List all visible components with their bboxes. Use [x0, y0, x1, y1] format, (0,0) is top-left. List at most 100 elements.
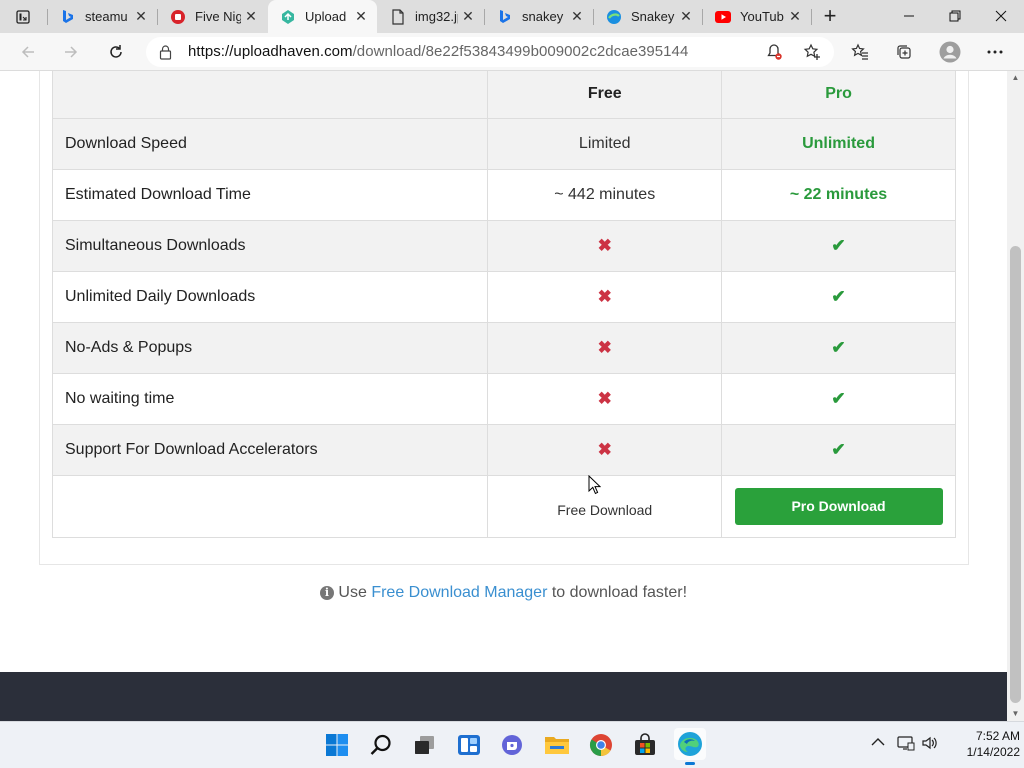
tab-snakey-search[interactable]: snakey ✕	[485, 0, 593, 33]
tab-title: steamu	[85, 9, 128, 24]
favorites-icon[interactable]	[845, 38, 875, 66]
cross-icon: ✖	[597, 440, 612, 459]
pro-download-button[interactable]: Pro Download	[734, 488, 943, 525]
pro-value: Unlimited	[721, 118, 956, 170]
tab-youtube[interactable]: YouTub ✕	[703, 0, 811, 33]
close-tab-icon[interactable]: ✕	[241, 7, 261, 27]
vertical-scrollbar[interactable]: ▲ ▼	[1007, 71, 1024, 721]
table-row: Estimated Download Time ~ 442 minutes ~ …	[51, 169, 956, 221]
table-row: No-Ads & Popups ✖ ✔	[51, 322, 956, 374]
tab-title: Upload	[305, 9, 347, 24]
start-windows-icon[interactable]	[323, 731, 351, 759]
scrollbar-thumb[interactable]	[1010, 246, 1021, 703]
browser-toolbar: https://uploadhaven.com/download/8e22f53…	[0, 33, 1024, 71]
feature-label: Unlimited Daily Downloads	[51, 271, 489, 323]
check-icon: ✔	[831, 287, 846, 306]
cross-icon: ✖	[597, 338, 612, 357]
tab-title: Five Nig	[195, 9, 241, 24]
url-host: https://uploadhaven.com	[188, 43, 353, 60]
mouse-cursor-icon	[588, 474, 602, 500]
table-row: No waiting time ✖ ✔	[51, 373, 956, 425]
search-icon[interactable]	[367, 731, 395, 759]
tab-actions-icon[interactable]	[8, 6, 38, 28]
url-text[interactable]: https://uploadhaven.com/download/8e22f53…	[188, 43, 688, 60]
cross-icon: ✖	[597, 287, 612, 306]
pro-download-cell: Pro Download	[721, 475, 956, 538]
tab-uploadhaven[interactable]: Upload ✕	[268, 0, 377, 33]
widgets-icon[interactable]	[455, 731, 483, 759]
add-favorite-icon[interactable]	[797, 38, 827, 66]
close-tab-icon[interactable]: ✕	[785, 7, 805, 27]
forward-button[interactable]	[56, 38, 86, 66]
close-tab-icon[interactable]: ✕	[458, 7, 478, 27]
bing-icon	[497, 9, 513, 25]
active-app-indicator	[685, 762, 695, 765]
scroll-down-arrow-icon[interactable]: ▼	[1007, 707, 1024, 721]
task-view-icon[interactable]	[410, 731, 438, 759]
teams-chat-icon[interactable]	[498, 731, 526, 759]
tab-separator	[811, 9, 812, 25]
volume-icon[interactable]	[921, 735, 939, 754]
chrome-icon[interactable]	[587, 731, 615, 759]
clock-time: 7:52 AM	[975, 729, 1020, 743]
refresh-button[interactable]	[101, 38, 131, 66]
notification-blocked-icon[interactable]	[759, 38, 789, 66]
tab-title: snakey	[522, 9, 564, 24]
profile-avatar[interactable]	[935, 38, 965, 66]
network-monitor-icon[interactable]	[897, 735, 915, 754]
free-value: ✖	[487, 271, 723, 323]
bing-icon	[60, 9, 76, 25]
feature-label: Simultaneous Downloads	[51, 220, 489, 272]
minimize-button[interactable]	[886, 0, 932, 31]
tab-five-nights[interactable]: Five Nig ✕	[158, 0, 267, 33]
collections-icon[interactable]	[889, 38, 919, 66]
tab-title: img32.jp	[415, 9, 458, 24]
info-icon: i	[319, 586, 334, 600]
tab-steamu[interactable]: steamu ✕	[48, 0, 157, 33]
feature-label: Download Speed	[51, 118, 489, 170]
pro-value: ✔	[721, 373, 956, 425]
back-button[interactable]	[13, 38, 43, 66]
tab-title: Snakey	[631, 9, 675, 24]
tab-img32[interactable]: img32.jp ✕	[378, 0, 484, 33]
close-tab-icon[interactable]: ✕	[131, 7, 151, 27]
page-content: Free Pro Download Speed Limited Unlimite…	[0, 71, 1007, 721]
address-bar[interactable]: https://uploadhaven.com/download/8e22f53…	[146, 37, 834, 67]
scroll-up-arrow-icon[interactable]: ▲	[1007, 71, 1024, 85]
pro-value: ✔	[721, 220, 956, 272]
free-value: Limited	[487, 118, 723, 170]
feature-label: No waiting time	[51, 373, 489, 425]
free-download-manager-link[interactable]: Free Download Manager	[371, 584, 547, 601]
free-download-button[interactable]: Free Download	[557, 502, 652, 518]
close-tab-icon[interactable]: ✕	[351, 7, 371, 27]
table-row: Support For Download Accelerators ✖ ✔	[51, 424, 956, 476]
file-explorer-icon[interactable]	[543, 731, 571, 759]
document-icon	[390, 8, 406, 25]
lock-icon[interactable]	[159, 44, 172, 65]
close-tab-icon[interactable]: ✕	[676, 7, 696, 27]
settings-more-icon[interactable]	[980, 38, 1010, 66]
close-tab-icon[interactable]: ✕	[567, 7, 587, 27]
new-tab-button[interactable]: +	[818, 3, 842, 28]
store-icon[interactable]	[631, 731, 659, 759]
free-value: ~ 442 minutes	[487, 169, 723, 221]
check-icon: ✔	[831, 236, 846, 255]
pro-value: ✔	[721, 271, 956, 323]
free-value: ✖	[487, 424, 723, 476]
check-icon: ✔	[831, 389, 846, 408]
pro-value: ✔	[721, 424, 956, 476]
tab-snakey[interactable]: Snakey ✕	[594, 0, 702, 33]
edge-icon[interactable]	[674, 728, 706, 765]
table-header-row: Free Pro	[51, 71, 956, 119]
restore-button[interactable]	[932, 0, 978, 31]
free-value: ✖	[487, 373, 723, 425]
system-clock[interactable]: 7:52 AM 1/14/2022	[940, 728, 1020, 760]
download-tip: i Use Free Download Manager to download …	[0, 584, 1007, 602]
globe-icon	[606, 9, 622, 25]
close-window-button[interactable]	[978, 0, 1024, 31]
table-row: Download Speed Limited Unlimited	[51, 118, 956, 170]
tab-title: YouTub	[740, 9, 784, 24]
tip-prefix: Use	[338, 584, 372, 601]
page-footer	[0, 672, 1007, 721]
show-hidden-icons-chevron-icon[interactable]	[871, 735, 885, 750]
